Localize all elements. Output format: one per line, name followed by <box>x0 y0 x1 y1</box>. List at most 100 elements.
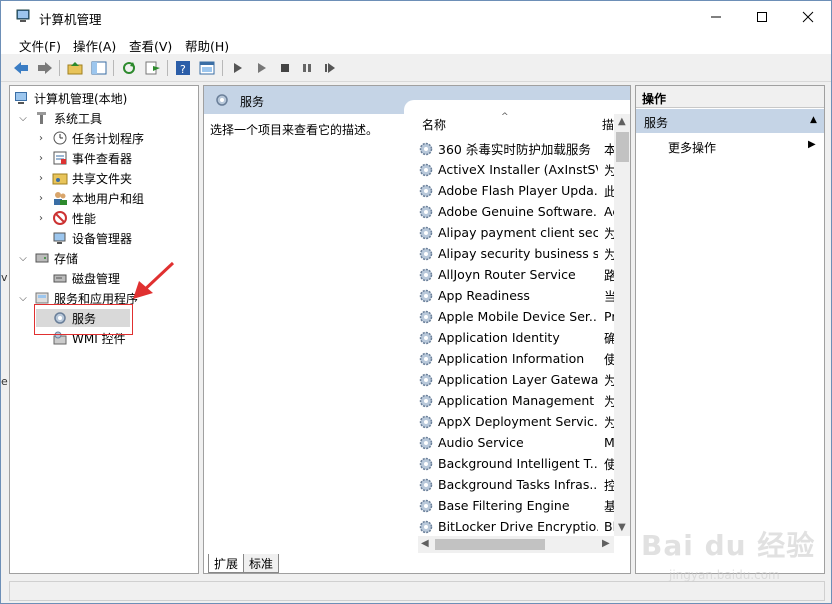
column-header-description[interactable]: 描 <box>602 116 614 136</box>
pause-icon <box>303 64 311 72</box>
horizontal-scrollbar[interactable]: ◀ ▶ <box>418 536 614 553</box>
vertical-scrollbar[interactable]: ▲ ▼ <box>614 114 630 536</box>
export-list-button[interactable] <box>144 59 162 77</box>
horizontal-scroll-thumb[interactable] <box>435 539 545 550</box>
tree-item-storage[interactable]: ⌵ 存储 <box>18 249 78 267</box>
menu-help[interactable]: 帮助(H) <box>185 36 229 55</box>
service-row[interactable]: Adobe Flash Player Upda... 此 <box>418 180 616 201</box>
service-gear-icon <box>419 268 433 281</box>
start-service-button[interactable] <box>229 59 247 77</box>
title-bar[interactable]: 计算机管理 <box>1 1 831 32</box>
chevron-right-icon[interactable]: › <box>36 133 46 144</box>
tree-item-root[interactable]: 计算机管理(本地) <box>14 89 127 107</box>
header-notch <box>404 100 630 114</box>
service-row[interactable]: Background Tasks Infras... 控 <box>418 474 616 495</box>
tree-item-shared-folders[interactable]: › 共享文件夹 <box>36 169 132 187</box>
start-service-alt-button[interactable] <box>253 59 271 77</box>
service-row[interactable]: AllJoyn Router Service 路 <box>418 264 616 285</box>
service-name: Alipay security business s... <box>438 246 598 261</box>
service-row[interactable]: Adobe Genuine Software...Ac <box>418 201 616 222</box>
toolbar: ? <box>1 55 831 82</box>
chevron-down-icon[interactable]: ⌵ <box>18 293 28 304</box>
view-pane-icon <box>199 61 215 75</box>
scroll-down-icon[interactable]: ▼ <box>618 522 626 533</box>
service-row[interactable]: Application Information 使 <box>418 348 616 369</box>
minimize-button[interactable] <box>693 1 739 32</box>
highlight-annotation-box <box>34 304 133 335</box>
tree-item-device-manager[interactable]: 设备管理器 <box>52 229 132 247</box>
shared-folder-icon <box>52 170 68 186</box>
toolbar-separator <box>113 60 114 76</box>
pause-service-button[interactable] <box>298 59 316 77</box>
close-button[interactable] <box>785 1 831 32</box>
tree-item-system-tools[interactable]: ⌵ 系统工具 <box>18 109 102 127</box>
service-row[interactable]: 360 杀毒实时防护加载服务本 <box>418 138 616 159</box>
scroll-up-icon[interactable]: ▲ <box>618 116 626 127</box>
column-header-name[interactable]: 名称 <box>422 116 446 136</box>
forward-button[interactable] <box>36 59 54 77</box>
show-hide-tree-button[interactable] <box>90 59 108 77</box>
more-actions-item[interactable]: 更多操作 <box>668 139 716 156</box>
service-name: BitLocker Drive Encryptio... <box>438 519 598 534</box>
service-row[interactable]: Application Management 为 <box>418 390 616 411</box>
actions-section-services[interactable]: 服务 ▲ <box>636 109 824 133</box>
tree-item-performance[interactable]: › 性能 <box>36 209 96 227</box>
service-row[interactable]: AppX Deployment Servic... 为 <box>418 411 616 432</box>
vertical-scroll-thumb[interactable] <box>616 132 629 162</box>
scroll-right-icon[interactable]: ▶ <box>602 538 610 549</box>
scroll-left-icon[interactable]: ◀ <box>421 538 429 549</box>
chevron-right-icon[interactable]: › <box>36 173 46 184</box>
tab-standard[interactable]: 标准 <box>243 554 280 573</box>
back-button[interactable] <box>12 59 30 77</box>
chevron-right-icon[interactable]: › <box>36 153 46 164</box>
restart-service-button[interactable] <box>321 59 339 77</box>
actions-pane: 操作 服务 ▲ 更多操作 ▶ <box>635 85 825 574</box>
stop-service-button[interactable] <box>276 59 294 77</box>
help-button[interactable]: ? <box>174 59 192 77</box>
chevron-down-icon[interactable]: ⌵ <box>18 113 28 124</box>
service-row[interactable]: App Readiness 当 <box>418 285 616 306</box>
service-row[interactable]: Application Layer Gatewa... 为 <box>418 369 616 390</box>
tree-item-event-viewer[interactable]: › 事件查看器 <box>36 149 132 167</box>
chevron-down-icon[interactable]: ⌵ <box>18 253 28 264</box>
service-row[interactable]: Alipay payment client sec... 为 <box>418 222 616 243</box>
service-row[interactable]: Application Identity 确 <box>418 327 616 348</box>
performance-icon <box>52 210 68 226</box>
clock-icon <box>52 130 68 146</box>
service-row[interactable]: Apple Mobile Device Ser... Pr <box>418 306 616 327</box>
service-row[interactable]: Alipay security business s... 为 <box>418 243 616 264</box>
section-label: 服务 <box>644 116 669 130</box>
menu-file[interactable]: 文件(F) <box>19 36 61 55</box>
maximize-button[interactable] <box>739 1 785 32</box>
up-level-button[interactable] <box>66 59 84 77</box>
menu-view[interactable]: 查看(V) <box>129 36 172 55</box>
service-gear-icon <box>419 394 433 407</box>
chevron-right-icon[interactable]: › <box>36 193 46 204</box>
service-row[interactable]: Background Intelligent T... 使 <box>418 453 616 474</box>
tools-icon <box>34 110 50 126</box>
back-arrow-icon <box>14 62 28 74</box>
service-gear-icon <box>419 226 433 239</box>
device-manager-icon <box>52 230 68 246</box>
service-row[interactable]: ActiveX Installer (AxInstSV) 为 <box>418 159 616 180</box>
actions-title: 操作 <box>642 92 667 106</box>
chevron-right-icon[interactable]: › <box>36 213 46 224</box>
service-gear-icon <box>419 331 433 344</box>
service-row[interactable]: Audio Service M <box>418 432 615 453</box>
properties-view-button[interactable] <box>198 59 216 77</box>
tab-extended[interactable]: 扩展 <box>208 554 245 573</box>
services-gear-icon <box>216 94 228 106</box>
tree-item-disk-management[interactable]: 磁盘管理 <box>52 269 120 287</box>
tree-item-local-users[interactable]: › 本地用户和组 <box>36 189 144 207</box>
tree-label: 存储 <box>54 251 79 266</box>
tree-item-task-scheduler[interactable]: › 任务计划程序 <box>36 129 144 147</box>
collapse-caret-icon[interactable]: ▲ <box>810 115 817 125</box>
status-segment <box>9 581 825 601</box>
refresh-button[interactable] <box>120 59 138 77</box>
menu-action[interactable]: 操作(A) <box>73 36 116 55</box>
service-row[interactable]: BitLocker Drive Encryptio... Bl <box>418 516 616 537</box>
minimize-icon <box>711 16 721 17</box>
service-row[interactable]: Base Filtering Engine 基 <box>418 495 616 516</box>
computer-management-icon <box>16 9 30 22</box>
toolbar-separator <box>222 60 223 76</box>
